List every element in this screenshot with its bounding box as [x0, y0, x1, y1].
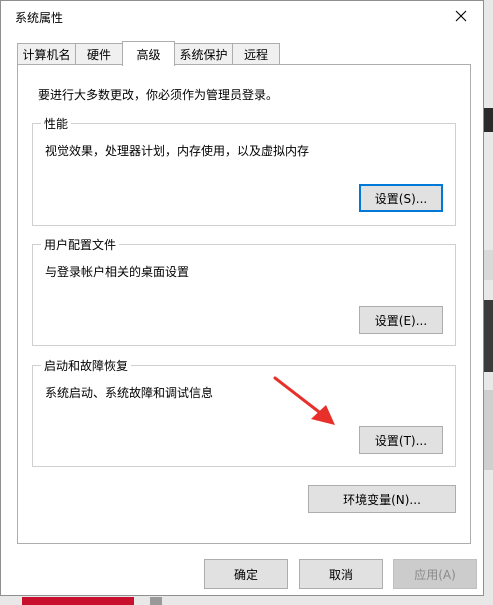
admin-notice: 要进行大多数更改，你必须作为管理员登录。	[38, 88, 279, 102]
startup-recovery-settings-button[interactable]: 设置(T)...	[359, 426, 443, 454]
user-profiles-group: 用户配置文件 与登录帐户相关的桌面设置 设置(E)...	[32, 236, 456, 346]
user-profiles-settings-button[interactable]: 设置(E)...	[359, 306, 443, 334]
environment-variables-button[interactable]: 环境变量(N)...	[308, 485, 456, 513]
performance-title: 性能	[41, 115, 72, 132]
startup-recovery-title: 启动和故障恢复	[41, 357, 132, 374]
system-properties-dialog: 系统属性 计算机名 硬件 高级 系统保护 远程 要进行大多数更改，你必须作为管理…	[0, 0, 484, 596]
performance-settings-button[interactable]: 设置(S)...	[359, 184, 443, 212]
advanced-tab-panel: 要进行大多数更改，你必须作为管理员登录。 性能 视觉效果，处理器计划，内存使用，…	[17, 64, 471, 544]
close-button[interactable]	[439, 1, 483, 31]
ok-button[interactable]: 确定	[204, 559, 288, 589]
user-profiles-title: 用户配置文件	[41, 236, 120, 253]
background-window-edge	[484, 0, 493, 605]
tab-remote[interactable]: 远程	[232, 43, 280, 64]
tab-computer-name[interactable]: 计算机名	[17, 43, 76, 64]
tab-advanced[interactable]: 高级	[122, 41, 175, 66]
user-profiles-desc: 与登录帐户相关的桌面设置	[45, 265, 190, 279]
window-title: 系统属性	[15, 11, 64, 25]
cancel-button[interactable]: 取消	[299, 559, 383, 589]
background-window-bottom	[0, 596, 493, 605]
close-icon	[455, 10, 467, 22]
tab-hardware[interactable]: 硬件	[75, 43, 123, 64]
performance-desc: 视觉效果，处理器计划，内存使用，以及虚拟内存	[45, 144, 310, 158]
tab-system-protection[interactable]: 系统保护	[174, 43, 233, 64]
apply-button[interactable]: 应用(A)	[393, 559, 477, 589]
red-arrow-annotation	[273, 376, 335, 425]
startup-recovery-desc: 系统启动、系统故障和调试信息	[45, 386, 214, 400]
startup-recovery-group: 启动和故障恢复 系统启动、系统故障和调试信息 设置(T)...	[32, 357, 456, 467]
title-bar: 系统属性	[1, 1, 483, 31]
performance-group: 性能 视觉效果，处理器计划，内存使用，以及虚拟内存 设置(S)...	[32, 115, 456, 226]
